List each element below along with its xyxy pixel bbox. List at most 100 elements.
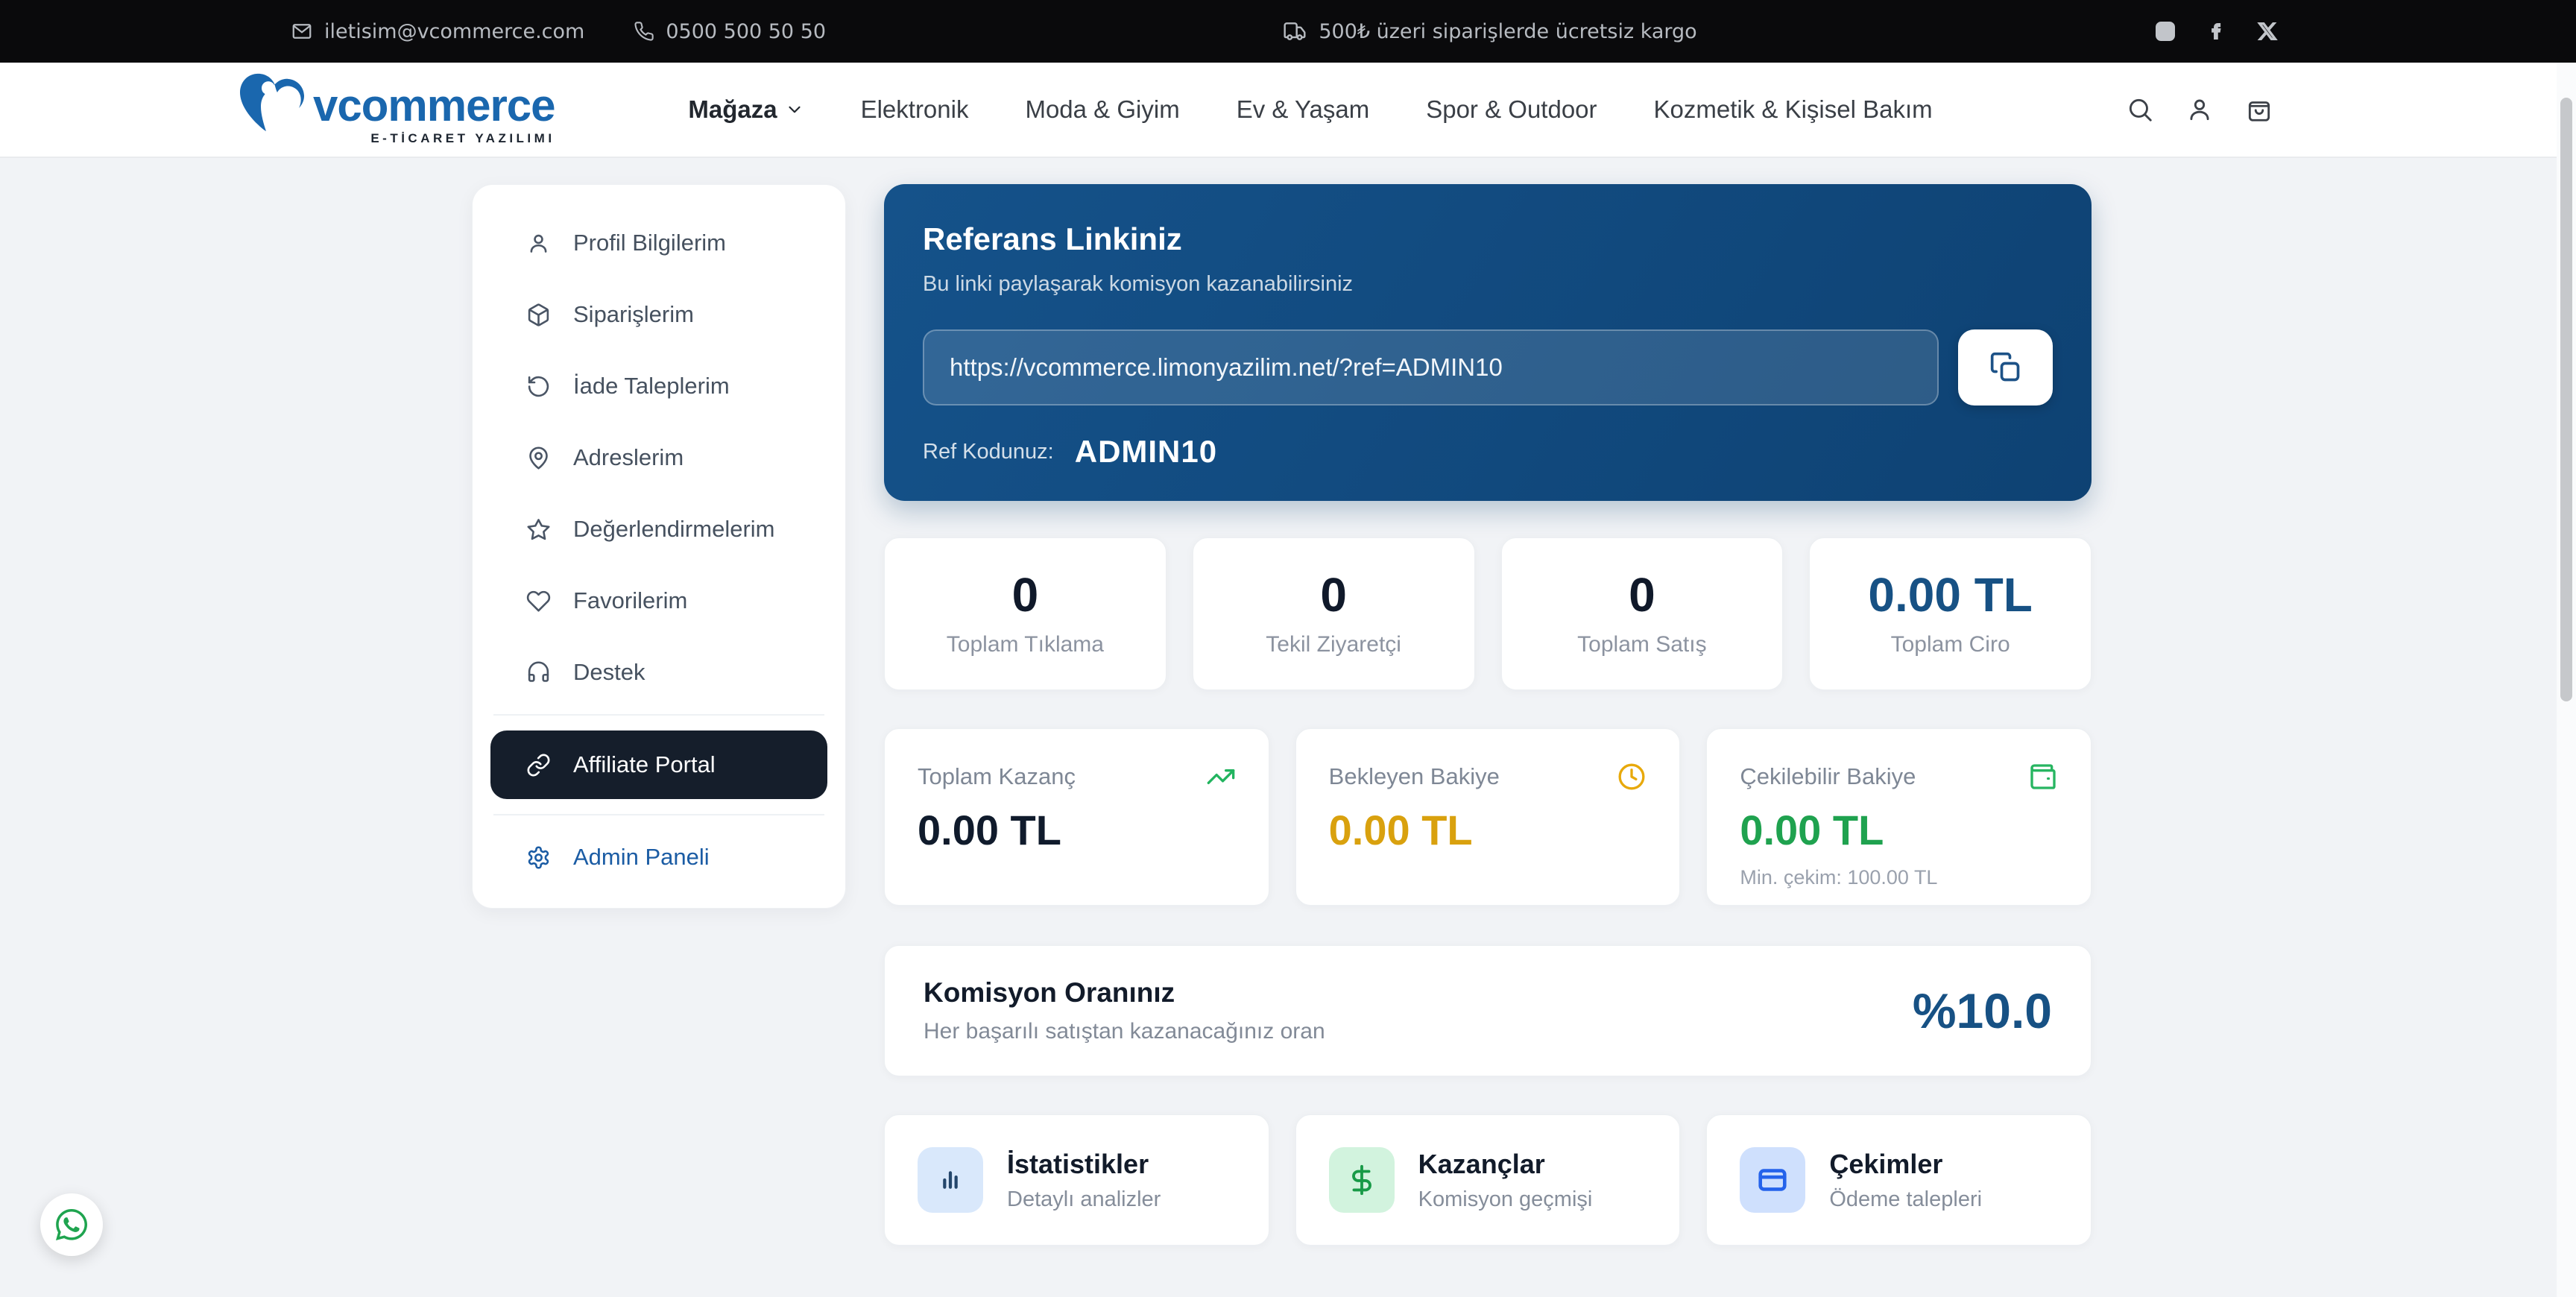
- logo-tagline: E-TİCARET YAZILIMI: [313, 131, 555, 146]
- credit-card-icon: [1740, 1147, 1805, 1213]
- dollar-icon: [1329, 1147, 1395, 1213]
- clock-icon: [1617, 762, 1647, 792]
- wallet-card-cekilebilir-bakiye: Çekilebilir Bakiye 0.00 TL Min. çekim: 1…: [1706, 728, 2092, 906]
- stat-value: 0: [1629, 571, 1655, 619]
- shortcut-title: İstatistikler: [1007, 1149, 1161, 1180]
- stat-label: Toplam Tıklama: [947, 632, 1104, 657]
- sidebar-item-admin-paneli[interactable]: Admin Paneli: [490, 821, 827, 893]
- stat-card-toplam-tiklama: 0 Toplam Tıklama: [884, 537, 1167, 690]
- sidebar-item-affiliate-portal[interactable]: Affiliate Portal: [490, 730, 827, 799]
- affiliate-main: Referans Linkiniz Bu linki paylaşarak ko…: [884, 184, 2092, 1246]
- link-icon: [526, 753, 551, 777]
- account-icon[interactable]: [2185, 95, 2214, 124]
- search-icon[interactable]: [2126, 95, 2154, 124]
- commission-subtitle: Her başarılı satıştan kazanacağınız oran: [924, 1019, 1325, 1044]
- topbar-contacts: iletisim@vcommerce.com 0500 500 50 50: [291, 20, 826, 43]
- wallet-label: Çekilebilir Bakiye: [1740, 763, 1916, 790]
- scrollbar-thumb[interactable]: [2560, 98, 2572, 701]
- whatsapp-button[interactable]: [40, 1193, 103, 1256]
- shortcut-istatistikler[interactable]: İstatistikler Detaylı analizler: [884, 1114, 1269, 1246]
- shipping-banner: 500₺ üzeri siparişlerde ücretsiz kargo: [826, 19, 2154, 43]
- bar-chart-icon: [918, 1147, 983, 1213]
- facebook-icon[interactable]: [2206, 21, 2227, 42]
- wallet-value: 0.00 TL: [918, 810, 1236, 851]
- stat-label: Toplam Satış: [1577, 632, 1706, 657]
- topbar-email-link[interactable]: iletisim@vcommerce.com: [291, 20, 584, 43]
- logo-mark-icon: [240, 73, 309, 137]
- truck-icon: [1283, 19, 1307, 43]
- chevron-down-icon: [785, 100, 804, 119]
- vcommerce-logo[interactable]: vcommerce E-TİCARET YAZILIMI: [240, 73, 555, 146]
- shortcut-subtitle: Detaylı analizler: [1007, 1187, 1161, 1212]
- stat-value: 0.00 TL: [1868, 571, 2033, 619]
- referral-link-card: Referans Linkiniz Bu linki paylaşarak ko…: [884, 184, 2092, 501]
- wallet-value: 0.00 TL: [1740, 810, 2058, 851]
- referral-title: Referans Linkiniz: [923, 221, 2053, 257]
- sidebar-divider: [493, 814, 824, 815]
- phone-icon: [634, 21, 654, 42]
- logo-wordmark: vcommerce: [313, 81, 555, 130]
- heart-icon: [526, 589, 551, 613]
- main-nav: Mağaza Elektronik Moda & Giyim Ev & Yaşa…: [643, 95, 1932, 124]
- nav-item-ev-yasam[interactable]: Ev & Yaşam: [1237, 95, 1370, 124]
- nav-item-spor-outdoor[interactable]: Spor & Outdoor: [1426, 95, 1597, 124]
- sidebar-item-adresler[interactable]: Adreslerim: [490, 422, 827, 493]
- stat-label: Toplam Ciro: [1891, 632, 2010, 657]
- copy-icon: [1989, 351, 2022, 384]
- topbar-email-text: iletisim@vcommerce.com: [324, 20, 584, 43]
- gear-icon: [526, 845, 551, 870]
- topbar-social: [2154, 20, 2278, 42]
- instagram-icon[interactable]: [2154, 20, 2176, 42]
- shipping-banner-text: 500₺ üzeri siparişlerde ücretsiz kargo: [1319, 20, 1696, 43]
- wallet-value: 0.00 TL: [1329, 810, 1647, 851]
- sidebar-item-destek[interactable]: Destek: [490, 637, 827, 708]
- shortcut-title: Çekimler: [1829, 1149, 1982, 1180]
- stat-value: 0: [1320, 571, 1347, 619]
- headphones-icon: [526, 660, 551, 685]
- nav-item-magaza[interactable]: Mağaza: [688, 95, 804, 124]
- mail-icon: [291, 20, 313, 42]
- cart-icon[interactable]: [2245, 95, 2273, 124]
- topbar: iletisim@vcommerce.com 0500 500 50 50 50…: [0, 0, 2576, 63]
- header-actions: [2126, 95, 2273, 124]
- sidebar-item-iade[interactable]: İade Taleplerim: [490, 350, 827, 422]
- nav-item-kozmetik[interactable]: Kozmetik & Kişisel Bakım: [1654, 95, 1933, 124]
- x-twitter-icon[interactable]: [2257, 21, 2278, 42]
- wallet-card-toplam-kazanc: Toplam Kazanç 0.00 TL: [884, 728, 1269, 906]
- wallet-icon: [2028, 762, 2058, 792]
- shortcut-subtitle: Komisyon geçmişi: [1418, 1187, 1593, 1212]
- stat-label: Tekil Ziyaretçi: [1266, 632, 1401, 657]
- sidebar-item-profil[interactable]: Profil Bilgilerim: [490, 207, 827, 279]
- whatsapp-icon: [54, 1207, 89, 1243]
- sidebar-divider: [493, 714, 824, 716]
- wallet-card-bekleyen-bakiye: Bekleyen Bakiye 0.00 TL: [1295, 728, 1681, 906]
- referral-link-input[interactable]: [923, 329, 1939, 405]
- account-sidebar: Profil Bilgilerim Siparişlerim İade Tale…: [472, 184, 846, 909]
- ref-code-value: ADMIN10: [1075, 434, 1217, 470]
- stat-value: 0: [1012, 571, 1039, 619]
- ref-code-label: Ref Kodunuz:: [923, 440, 1054, 464]
- site-header: vcommerce E-TİCARET YAZILIMI Mağaza Elek…: [0, 63, 2576, 158]
- wallet-row: Toplam Kazanç 0.00 TL Bekleyen Bakiye 0.…: [884, 728, 2092, 906]
- topbar-phone-text: 0500 500 50 50: [666, 20, 826, 43]
- wallet-label: Bekleyen Bakiye: [1329, 763, 1500, 790]
- wallet-label: Toplam Kazanç: [918, 763, 1076, 790]
- shortcut-cekimler[interactable]: Çekimler Ödeme talepleri: [1706, 1114, 2092, 1246]
- stat-card-tekil-ziyaretci: 0 Tekil Ziyaretçi: [1193, 537, 1475, 690]
- map-pin-icon: [526, 446, 551, 470]
- commission-title: Komisyon Oranınız: [924, 977, 1325, 1009]
- nav-item-moda-giyim[interactable]: Moda & Giyim: [1025, 95, 1179, 124]
- sidebar-item-degerlendirmeler[interactable]: Değerlendirmelerim: [490, 493, 827, 565]
- copy-link-button[interactable]: [1958, 329, 2053, 405]
- referral-subtitle: Bu linki paylaşarak komisyon kazanabilir…: [923, 272, 2053, 297]
- stat-card-toplam-ciro: 0.00 TL Toplam Ciro: [1809, 537, 2092, 690]
- user-icon: [526, 231, 551, 256]
- topbar-phone-link[interactable]: 0500 500 50 50: [634, 20, 826, 43]
- sidebar-item-siparisler[interactable]: Siparişlerim: [490, 279, 827, 350]
- shortcut-row: İstatistikler Detaylı analizler Kazançla…: [884, 1114, 2092, 1246]
- sidebar-item-favoriler[interactable]: Favorilerim: [490, 565, 827, 637]
- shortcut-kazanclar[interactable]: Kazançlar Komisyon geçmişi: [1295, 1114, 1681, 1246]
- nav-item-elektronik[interactable]: Elektronik: [861, 95, 969, 124]
- shortcut-subtitle: Ödeme talepleri: [1829, 1187, 1982, 1212]
- rotate-ccw-icon: [526, 374, 551, 399]
